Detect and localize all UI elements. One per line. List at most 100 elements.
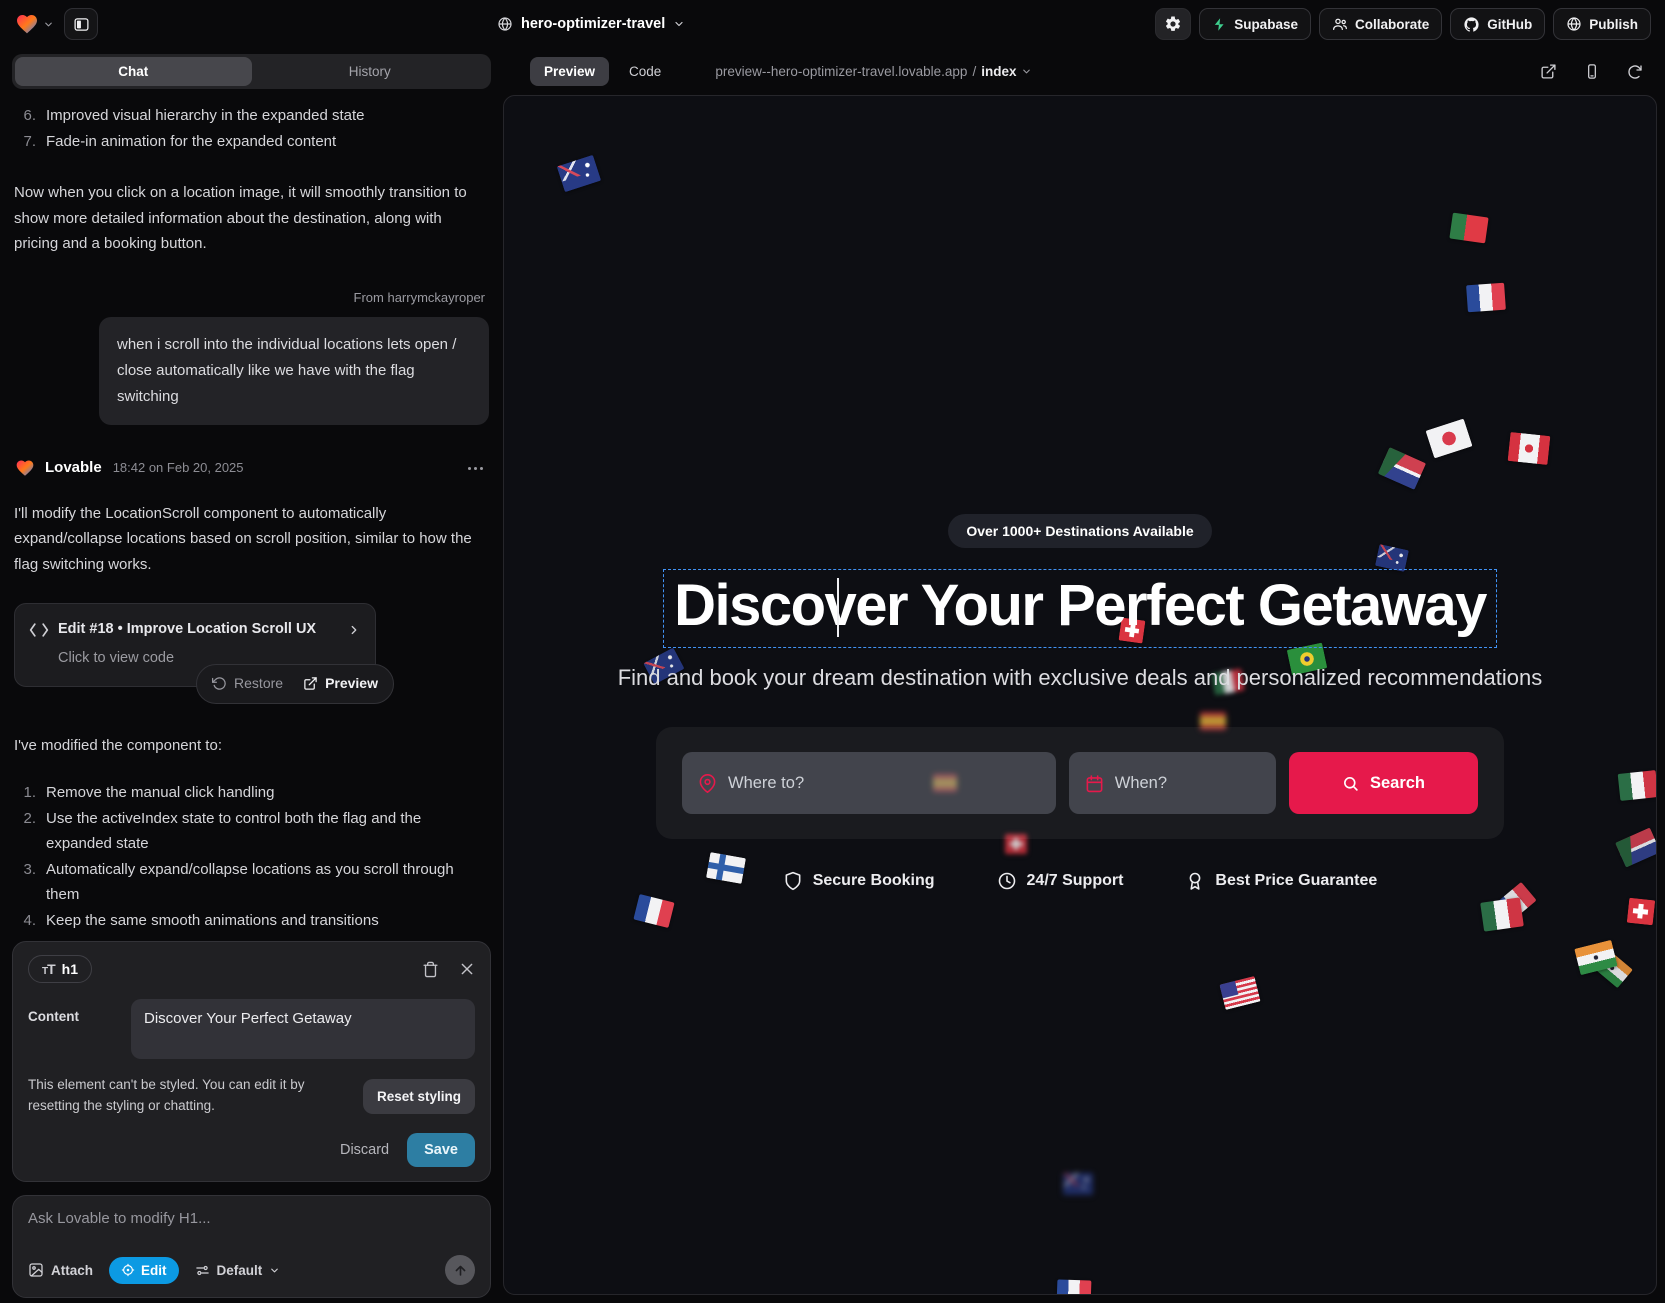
calendar-icon: [1085, 774, 1104, 793]
feature-support: 24/7 Support: [997, 871, 1124, 891]
list-item: 4.Keep the same smooth animations and tr…: [14, 908, 489, 932]
feature-label: Secure Booking: [813, 872, 935, 890]
tab-chat[interactable]: Chat: [15, 57, 252, 86]
tab-preview[interactable]: Preview: [530, 57, 609, 86]
user-message-author: From harrymckayroper: [14, 287, 489, 309]
list-item: 7.Fade-in animation for the expanded con…: [14, 129, 489, 155]
hero-section: Over 1000+ Destinations Available Discov…: [504, 96, 1656, 1294]
close-icon[interactable]: [459, 961, 475, 977]
award-icon: [1185, 871, 1205, 891]
attach-image-icon: [28, 1262, 44, 1278]
edit-label: Edit: [141, 1263, 167, 1278]
open-in-new-window-icon[interactable]: [1540, 63, 1557, 80]
collaborate-label: Collaborate: [1355, 17, 1429, 32]
save-button[interactable]: Save: [407, 1133, 475, 1167]
lovable-heart-icon: [14, 458, 36, 478]
chat-panel: Chat History 6.Improved visual hierarchy…: [0, 48, 503, 1303]
crosshair-icon: [121, 1263, 135, 1277]
restore-preview-pill: Restore Preview: [196, 664, 394, 704]
external-link-icon: [303, 676, 318, 691]
gear-icon: [1164, 15, 1182, 33]
preview-label: Preview: [325, 672, 378, 696]
topbar: hero-optimizer-travel Supabase: [0, 0, 1665, 48]
chat-history-tabs: Chat History: [12, 54, 491, 89]
shield-icon: [783, 871, 803, 891]
tab-history[interactable]: History: [252, 57, 489, 86]
model-default-selector[interactable]: Default: [195, 1263, 281, 1278]
content-input[interactable]: Discover Your Perfect Getaway: [131, 999, 475, 1059]
edit-mode-button[interactable]: Edit: [109, 1257, 179, 1284]
search-icon: [1342, 775, 1359, 792]
preview-url-host: preview--hero-optimizer-travel.lovable.a…: [715, 64, 967, 79]
composer-input[interactable]: [28, 1210, 475, 1240]
send-button[interactable]: [445, 1255, 475, 1285]
project-name: hero-optimizer-travel: [521, 16, 665, 32]
reset-styling-button[interactable]: Reset styling: [363, 1079, 475, 1114]
location-pin-icon: [698, 774, 717, 793]
element-tag: h1: [62, 961, 78, 977]
assistant-numbered-list: 1.Remove the manual click handling 2.Use…: [14, 780, 489, 931]
destinations-badge: Over 1000+ Destinations Available: [948, 514, 1211, 548]
feature-label: 24/7 Support: [1027, 872, 1124, 890]
where-input[interactable]: [728, 774, 1040, 793]
refresh-icon[interactable]: [1627, 64, 1643, 80]
preview-url[interactable]: preview--hero-optimizer-travel.lovable.a…: [715, 64, 1032, 79]
lovable-heart-icon: [14, 12, 40, 36]
discard-button[interactable]: Discard: [340, 1142, 389, 1158]
selected-h1-outline[interactable]: Discover Your Perfect Getaway: [663, 569, 1497, 648]
preview-url-separator: /: [972, 64, 976, 79]
element-editor-panel: TT h1 Content Discover Your Perfect: [12, 941, 491, 1182]
github-button[interactable]: GitHub: [1450, 8, 1545, 40]
mobile-view-icon[interactable]: [1584, 63, 1600, 80]
user-message-bubble: when i scroll into the individual locati…: [99, 317, 489, 426]
hero-title[interactable]: Discover Your Perfect Getaway: [674, 572, 1486, 639]
search-label: Search: [1370, 774, 1425, 793]
globe-icon: [1566, 16, 1582, 32]
when-field[interactable]: [1069, 752, 1276, 814]
tab-code[interactable]: Code: [615, 57, 675, 86]
element-tag-pill[interactable]: TT h1: [28, 955, 92, 983]
settings-button[interactable]: [1155, 8, 1191, 40]
users-icon: [1332, 16, 1348, 32]
chat-composer: Attach Edit Default: [12, 1195, 491, 1298]
chevron-down-icon: [269, 1265, 280, 1276]
sidebar-toggle-button[interactable]: [64, 8, 98, 40]
search-button[interactable]: Search: [1289, 752, 1478, 814]
text-caret: [837, 578, 839, 637]
restore-icon: [212, 676, 227, 691]
project-switcher[interactable]: hero-optimizer-travel: [497, 16, 685, 32]
lovable-logo-menu[interactable]: [14, 12, 54, 36]
trash-icon[interactable]: [422, 961, 439, 978]
list-item: 6.Improved visual hierarchy in the expan…: [14, 103, 489, 129]
clock-icon: [997, 871, 1017, 891]
list-item: 2.Use the activeIndex state to control b…: [14, 806, 489, 857]
features-row: Secure Booking 24/7 Support: [783, 871, 1378, 891]
collaborate-button[interactable]: Collaborate: [1319, 8, 1442, 40]
attach-button[interactable]: Attach: [28, 1262, 93, 1278]
preview-viewport[interactable]: Over 1000+ Destinations Available Discov…: [503, 95, 1657, 1295]
feature-best-price: Best Price Guarantee: [1185, 871, 1377, 891]
supabase-bolt-icon: [1212, 17, 1227, 32]
typography-icon: TT: [42, 961, 55, 977]
sliders-icon: [195, 1263, 210, 1278]
edit-card-title: Edit #18 • Improve Location Scroll UX: [58, 617, 316, 642]
assistant-name: Lovable: [45, 455, 102, 481]
assistant-paragraph: Now when you click on a location image, …: [14, 180, 489, 257]
preview-toolbar: Preview Code preview--hero-optimizer-tra…: [503, 48, 1665, 95]
chevron-down-icon: [1021, 66, 1032, 77]
assistant-message-header: Lovable 18:42 on Feb 20, 2025: [14, 455, 489, 481]
github-label: GitHub: [1487, 17, 1532, 32]
restore-button[interactable]: Restore: [212, 672, 283, 696]
globe-icon: [497, 16, 513, 32]
chat-message-list[interactable]: 6.Improved visual hierarchy in the expan…: [12, 89, 491, 931]
publish-button[interactable]: Publish: [1553, 8, 1651, 40]
preview-url-path: index: [981, 64, 1016, 79]
more-options-icon[interactable]: [462, 463, 489, 474]
where-field[interactable]: [682, 752, 1056, 814]
when-input[interactable]: [1115, 774, 1260, 793]
feature-label: Best Price Guarantee: [1215, 872, 1377, 890]
assistant-paragraph: I've modified the component to:: [14, 733, 489, 759]
preview-button[interactable]: Preview: [303, 672, 378, 696]
supabase-button[interactable]: Supabase: [1199, 8, 1311, 40]
assistant-list-tail: 6.Improved visual hierarchy in the expan…: [14, 103, 489, 154]
